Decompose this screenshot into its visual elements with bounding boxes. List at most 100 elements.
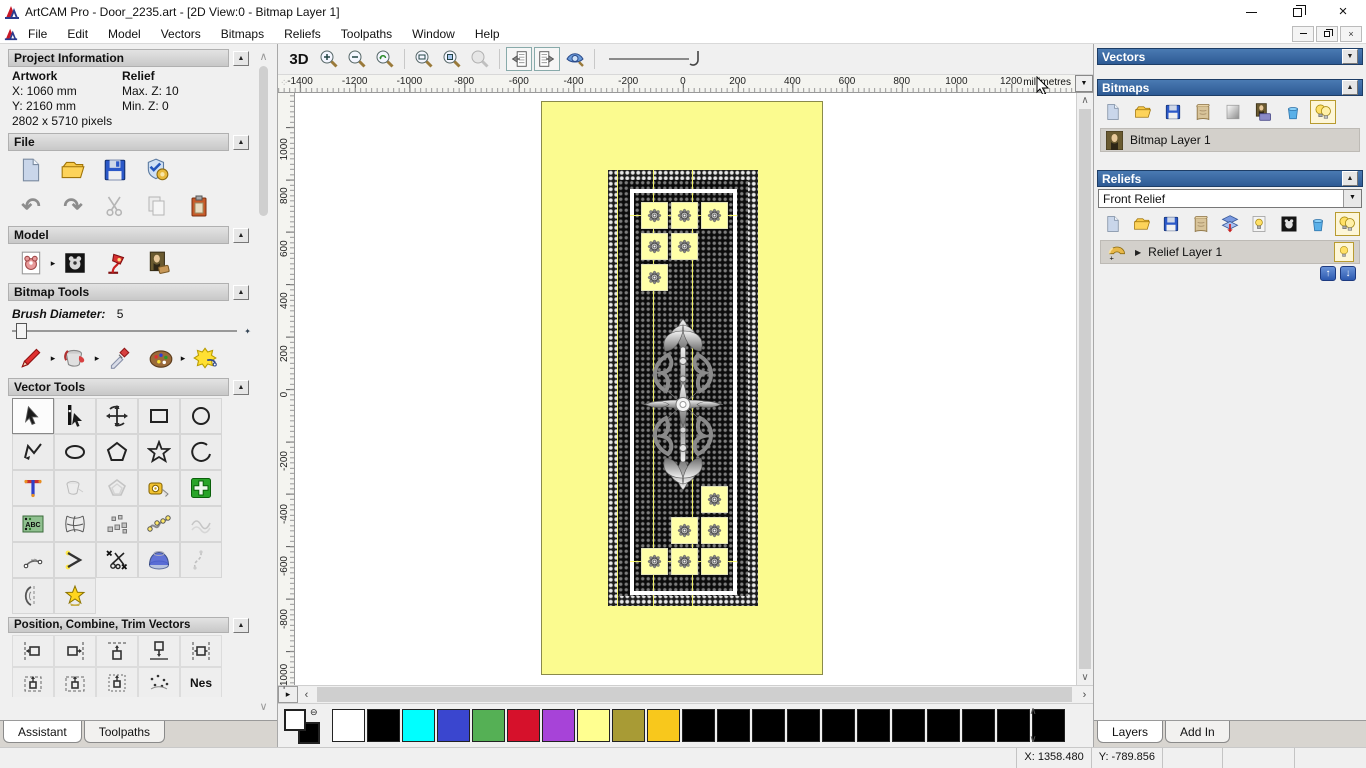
flyout-arrow-icon[interactable]: ▸	[48, 258, 58, 269]
collapse-section-button[interactable]: ▲	[233, 284, 249, 300]
bitmap-layer-preview-button[interactable]	[1250, 100, 1276, 124]
relief-from-bitmap-button[interactable]	[1188, 212, 1213, 236]
align-top-tool[interactable]	[96, 635, 138, 667]
minimize-button[interactable]	[1228, 0, 1274, 24]
create-ellipse-tool[interactable]	[54, 434, 96, 470]
align-bottom-tool[interactable]	[138, 635, 180, 667]
panel-tab[interactable]: Toolpaths	[83, 721, 166, 743]
collapse-section-button[interactable]: ▲	[233, 617, 249, 633]
align-left-tool[interactable]	[12, 635, 54, 667]
panel-tab[interactable]: Add In	[1165, 721, 1230, 743]
align-centre-tool[interactable]	[180, 635, 222, 667]
previous-view-button[interactable]	[506, 47, 532, 71]
copy-button[interactable]	[140, 190, 174, 222]
vertical-scrollbar[interactable]: ∧ ∨	[1076, 93, 1093, 685]
mirror-vectors-tool[interactable]	[12, 578, 54, 614]
bitmap-layer-name[interactable]: Bitmap Layer 1	[1130, 133, 1211, 147]
align-right-tool[interactable]	[54, 635, 96, 667]
mdi-restore-button[interactable]	[1316, 25, 1338, 42]
adjust-model-button[interactable]	[14, 247, 48, 279]
palette-swatch[interactable]	[752, 709, 785, 742]
slider-track[interactable]	[12, 330, 237, 332]
invert-relief-button[interactable]	[1276, 212, 1301, 236]
bitmap-layer-item[interactable]: Bitmap Layer 1	[1100, 128, 1360, 152]
block-copy-tool[interactable]	[96, 506, 138, 542]
menu-item[interactable]: Reliefs	[274, 25, 331, 43]
collapse-section-button[interactable]: ▲	[1342, 171, 1358, 186]
new-relief-layer-button[interactable]	[1100, 212, 1125, 236]
zoom-out-button[interactable]	[344, 47, 370, 71]
save-model-button[interactable]	[98, 154, 132, 186]
menu-item[interactable]: Help	[465, 25, 510, 43]
greyscale-preview-button[interactable]	[1220, 100, 1246, 124]
fade-slider[interactable]	[601, 47, 711, 71]
palette-scroll[interactable]: ∧ ∨	[1025, 706, 1041, 745]
palette-swatch[interactable]	[472, 709, 505, 742]
delete-relief-layer-button[interactable]	[1305, 212, 1330, 236]
expander-icon[interactable]: ▶	[1135, 248, 1141, 257]
palette-swatch[interactable]	[717, 709, 750, 742]
close-button[interactable]: ×	[1320, 0, 1366, 24]
dropdown-arrow-icon[interactable]: ▼	[1343, 190, 1361, 207]
palette-swatch[interactable]	[332, 709, 365, 742]
palette-swatch[interactable]	[682, 709, 715, 742]
toggle-all-bitmap-visibility-button[interactable]	[1310, 100, 1336, 124]
palette-swatch[interactable]	[402, 709, 435, 742]
scroll-down-icon[interactable]: ∨	[256, 700, 271, 713]
centre-in-page-x-tool[interactable]	[54, 667, 96, 697]
panel-tab[interactable]: Layers	[1097, 721, 1164, 743]
menu-item[interactable]: File	[18, 25, 57, 43]
nest-vectors-tool[interactable]: Nes	[180, 667, 222, 697]
collapse-section-button[interactable]: ▲	[233, 379, 249, 395]
move-layer-down-button[interactable]: ↓	[1340, 266, 1356, 281]
palette-scroll-up-icon[interactable]: ∧	[1029, 706, 1036, 717]
offset-vectors-tool-disabled[interactable]	[96, 470, 138, 506]
scroll-right-icon[interactable]: ›	[1076, 686, 1093, 703]
scroll-down-icon[interactable]: ∨	[1077, 672, 1093, 683]
door-artwork[interactable]	[541, 101, 823, 675]
delete-bitmap-layer-button[interactable]	[1280, 100, 1306, 124]
palette-swatch[interactable]	[437, 709, 470, 742]
next-view-button[interactable]	[534, 47, 560, 71]
scrollbar-thumb[interactable]	[259, 66, 268, 216]
flood-fill-tool-button[interactable]	[58, 342, 92, 374]
hscrollbar-track[interactable]	[315, 686, 1076, 703]
fit-curve-tool[interactable]	[138, 506, 180, 542]
menu-item[interactable]: Vectors	[151, 25, 211, 43]
menu-item[interactable]: Bitmaps	[211, 25, 274, 43]
collapse-section-button[interactable]: ▲	[1342, 80, 1358, 95]
new-bitmap-layer-button[interactable]	[1100, 100, 1126, 124]
toggle-3d-view-button[interactable]: 3D	[284, 47, 314, 71]
bitmap-to-vector-button[interactable]	[188, 342, 222, 374]
assistant-scrollbar[interactable]: ∧ ∨	[256, 50, 271, 713]
zoom-in-button[interactable]	[316, 47, 342, 71]
zoom-previous-button[interactable]	[372, 47, 398, 71]
expand-section-button[interactable]: ▼	[1342, 49, 1358, 64]
brush-diameter-slider[interactable]: ✦	[12, 323, 251, 339]
simplify-vectors-tool-disabled[interactable]	[180, 506, 222, 542]
hscrollbar-thumb[interactable]	[317, 687, 1072, 702]
scroll-left-icon[interactable]: ‹	[298, 686, 315, 703]
flyout-arrow-icon[interactable]: ▸	[92, 353, 102, 364]
redo-button[interactable]: ↷	[56, 190, 90, 222]
fit-spline-tool-disabled[interactable]	[180, 542, 222, 578]
zoom-to-fit-button[interactable]	[411, 47, 437, 71]
select-vectors-tool[interactable]	[12, 398, 54, 434]
collapse-section-button[interactable]: ▲	[233, 227, 249, 243]
wrap-text-tool-disabled[interactable]	[54, 470, 96, 506]
undo-button[interactable]: ↶	[14, 190, 48, 222]
cut-button[interactable]	[98, 190, 132, 222]
paste-button[interactable]	[182, 190, 216, 222]
lighting-button[interactable]	[100, 247, 134, 279]
centre-in-page-tool[interactable]	[12, 667, 54, 697]
new-model-button[interactable]	[14, 154, 48, 186]
colour-palette-button[interactable]	[144, 342, 178, 374]
save-relief-layer-button[interactable]	[1159, 212, 1184, 236]
invert-model-button[interactable]	[58, 247, 92, 279]
palette-swatch[interactable]	[892, 709, 925, 742]
open-bitmap-layer-button[interactable]	[1130, 100, 1156, 124]
palette-swatch[interactable]	[857, 709, 890, 742]
create-rectangle-tool[interactable]	[138, 398, 180, 434]
create-text-block-tool[interactable]: ABC	[12, 506, 54, 542]
menu-item[interactable]: Toolpaths	[331, 25, 402, 43]
